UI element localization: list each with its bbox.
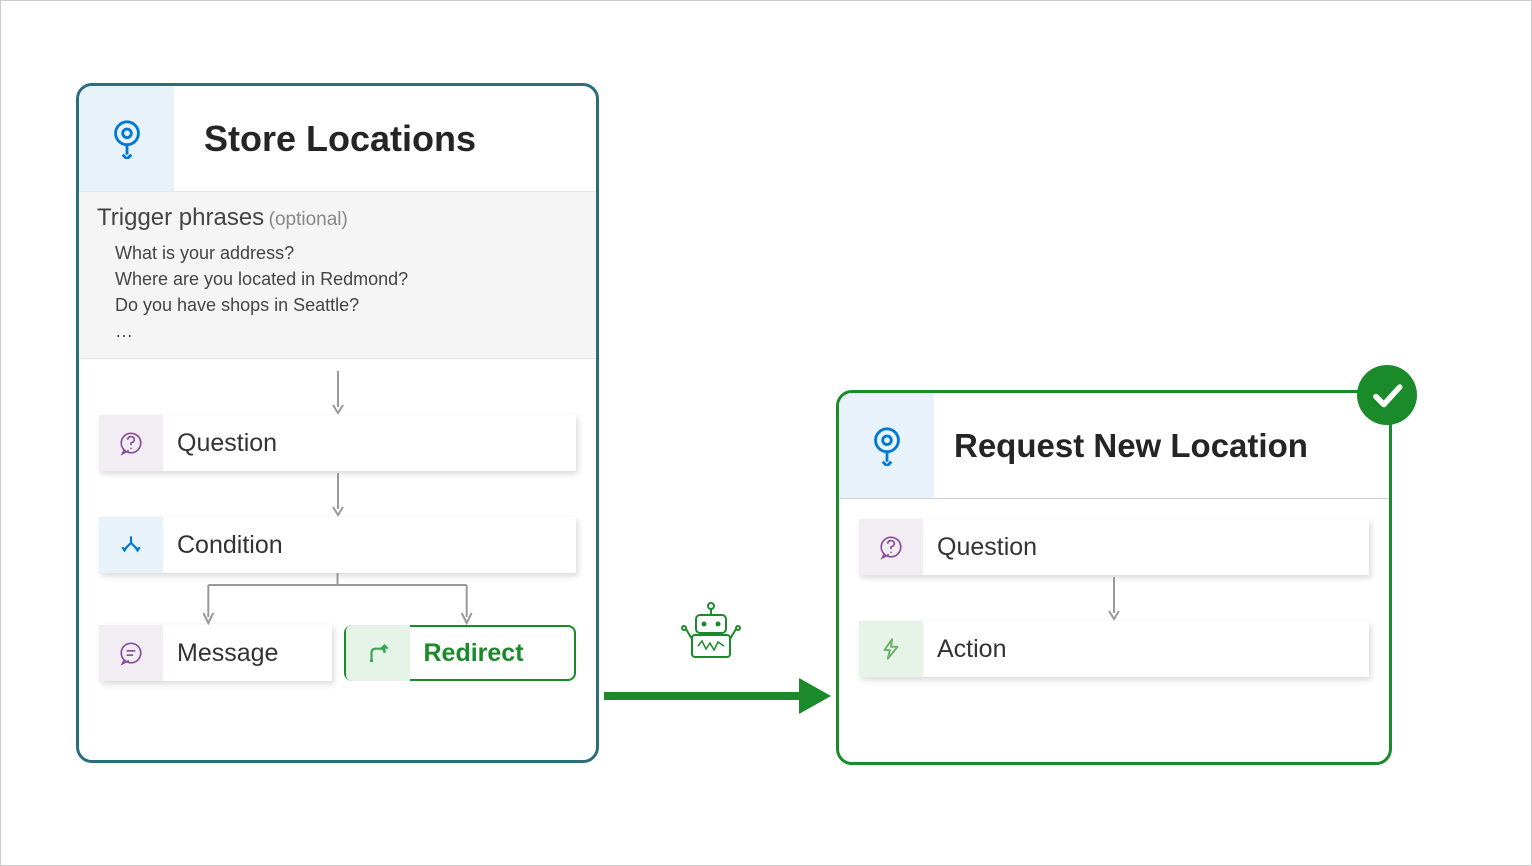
topic-title: Request New Location	[934, 427, 1308, 465]
lightning-icon	[878, 636, 904, 662]
trigger-optional: (optional)	[269, 209, 348, 230]
redirect-arrow	[599, 666, 836, 726]
topic-header: Request New Location	[839, 393, 1389, 498]
trigger-label: Trigger phrases	[97, 204, 264, 231]
chat-icon	[118, 640, 144, 666]
topic-card-store-locations: Store Locations Trigger phrases (optiona…	[76, 83, 599, 763]
node-label: Question	[923, 533, 1037, 562]
node-label: Question	[163, 429, 277, 458]
trigger-phrase: Where are you located in Redmond?	[115, 266, 578, 292]
topic-icon	[109, 119, 145, 159]
topic-icon-box	[79, 86, 174, 191]
arrow-connector	[859, 575, 1369, 621]
check-icon	[1368, 376, 1406, 414]
bot-icon	[678, 601, 744, 663]
trigger-phrases-list: What is your address? Where are you loca…	[97, 232, 578, 344]
question-icon	[878, 534, 904, 560]
node-label: Condition	[163, 531, 283, 560]
action-node[interactable]: Action	[859, 621, 1369, 677]
branch-icon	[118, 532, 144, 558]
message-icon-box	[99, 625, 163, 681]
trigger-phrase: What is your address?	[115, 240, 578, 266]
trigger-phrases-section: Trigger phrases (optional) What is your …	[79, 191, 596, 359]
action-icon-box	[859, 621, 923, 677]
topic-icon	[869, 426, 905, 466]
topic-header: Store Locations	[79, 86, 596, 191]
flow-body: Question Condition	[79, 359, 596, 701]
topic-card-request-new-location: Request New Location Question	[836, 390, 1392, 765]
branch-row: Message Redirect	[99, 625, 576, 681]
node-label: Redirect	[410, 639, 524, 668]
node-label: Action	[923, 635, 1006, 664]
redirect-icon	[365, 640, 391, 666]
redirect-node[interactable]: Redirect	[344, 625, 577, 681]
flow-body: Question Action	[839, 499, 1389, 697]
condition-node[interactable]: Condition	[99, 517, 576, 573]
question-icon	[118, 430, 144, 456]
condition-icon-box	[99, 517, 163, 573]
question-icon-box	[859, 519, 923, 575]
arrow-connector	[99, 369, 576, 415]
topic-title: Store Locations	[174, 118, 476, 160]
branch-connector	[99, 573, 576, 625]
redirect-icon-box	[346, 625, 410, 681]
question-node[interactable]: Question	[859, 519, 1369, 575]
question-node[interactable]: Question	[99, 415, 576, 471]
message-node[interactable]: Message	[99, 625, 332, 681]
trigger-phrase: …	[115, 318, 578, 344]
checkmark-badge	[1357, 365, 1417, 425]
trigger-phrase: Do you have shops in Seattle?	[115, 292, 578, 318]
node-label: Message	[163, 639, 278, 668]
arrow-connector	[99, 471, 576, 517]
question-icon-box	[99, 415, 163, 471]
topic-icon-box	[839, 393, 934, 498]
